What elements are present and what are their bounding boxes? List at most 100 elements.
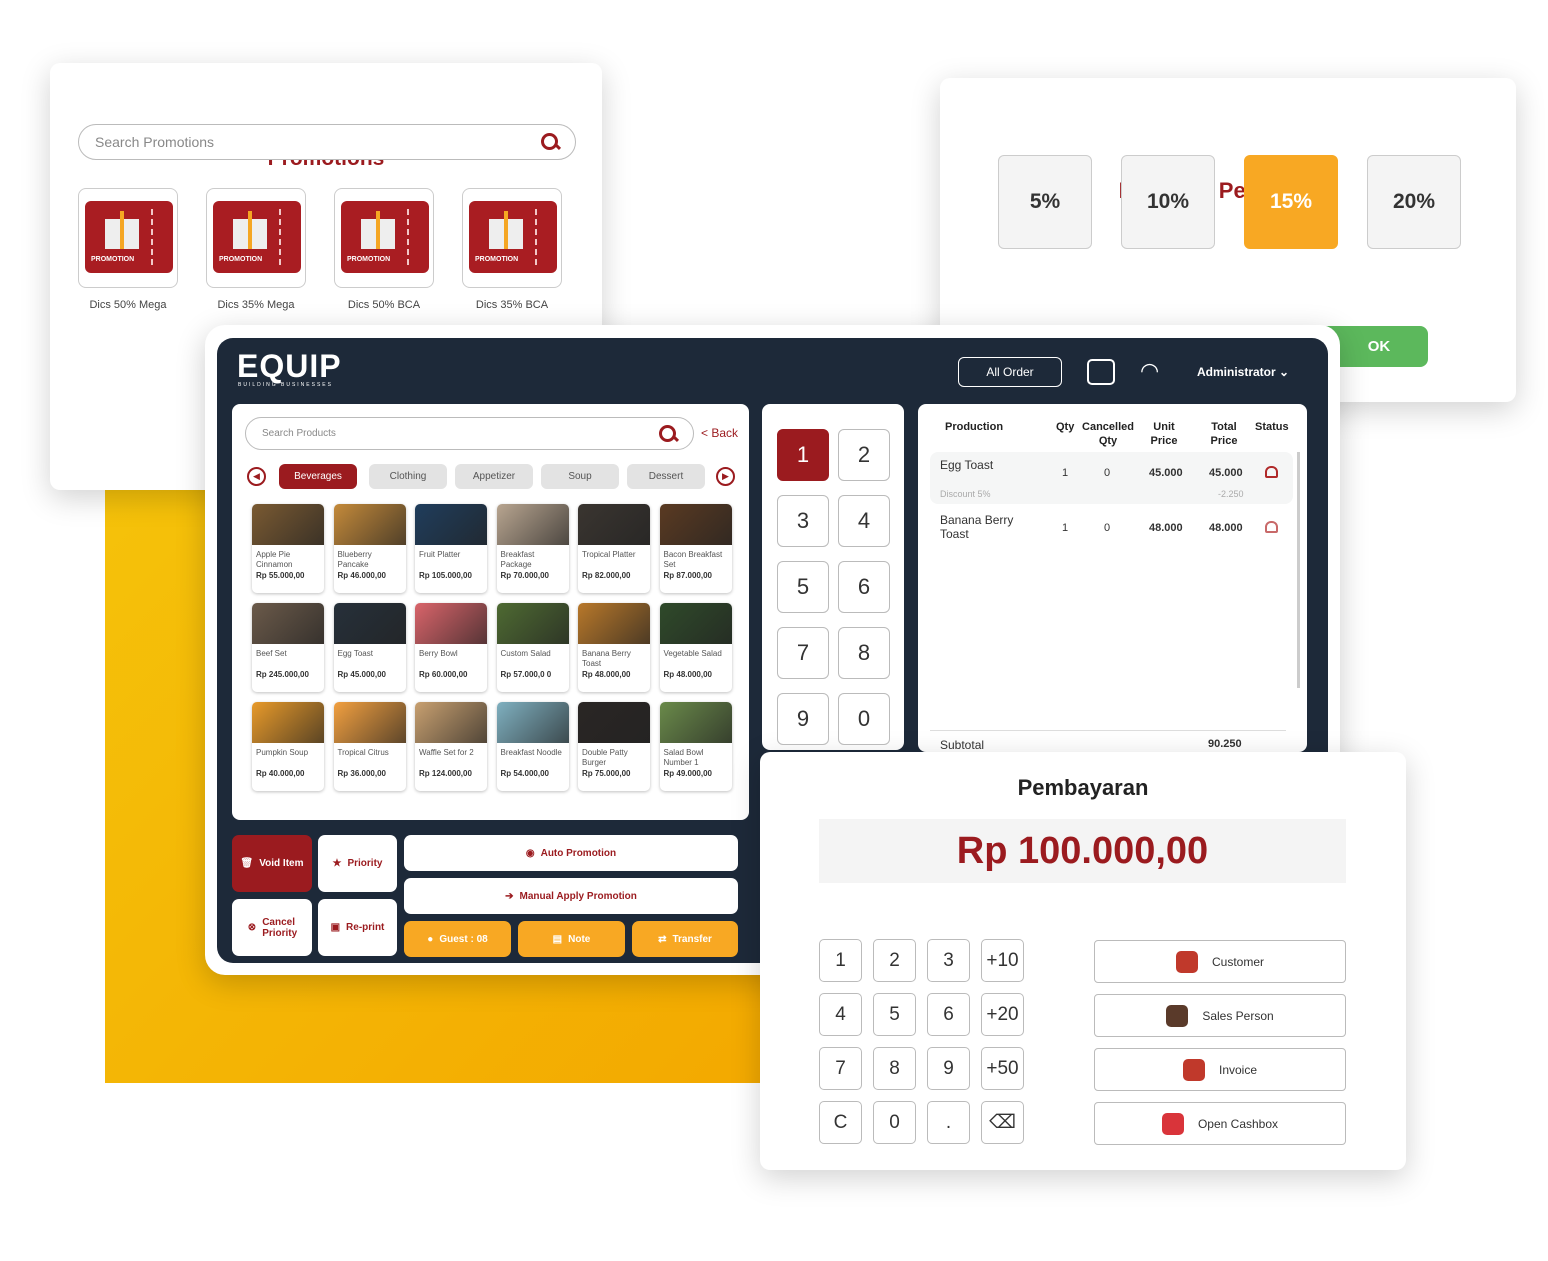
product-name: Waffle Set for 2 xyxy=(419,748,474,757)
numpad-key[interactable]: 9 xyxy=(777,693,829,745)
scrollbar[interactable] xyxy=(1297,452,1300,688)
discount-option-10[interactable]: 10% xyxy=(1121,155,1215,249)
wifi-icon[interactable]: ◠ xyxy=(1140,358,1159,384)
product-card[interactable]: Vegetable Salad Rp 48.000,00 xyxy=(659,603,732,692)
product-card[interactable]: Apple Pie Cinnamon Rp 55.000,00 xyxy=(252,504,324,593)
note-button[interactable]: ▤ Note xyxy=(518,921,625,957)
product-card[interactable]: Custom Salad Rp 57.000,0 0 xyxy=(496,603,569,692)
product-card[interactable]: Beef Set Rp 245.000,00 xyxy=(252,603,324,692)
void-item-button[interactable]: 🗑 Void Item xyxy=(232,835,312,892)
customer-button[interactable]: Customer xyxy=(1094,940,1346,983)
product-price: Rp 87.000,00 xyxy=(663,571,712,580)
product-card[interactable]: Tropical Citrus Rp 36.000,00 xyxy=(333,702,406,791)
product-name: Banana Berry Toast xyxy=(582,649,631,668)
open-cashbox-button[interactable]: Open Cashbox xyxy=(1094,1102,1346,1145)
payment-key[interactable]: 9 xyxy=(927,1047,970,1090)
product-card[interactable]: Tropical Platter Rp 82.000,00 xyxy=(578,504,650,593)
product-card[interactable]: Fruit Platter Rp 105.000,00 xyxy=(415,504,487,593)
payment-key[interactable]: 0 xyxy=(873,1101,916,1144)
product-card[interactable]: Double Patty Burger Rp 75.000,00 xyxy=(578,702,650,791)
product-card[interactable]: Berry Bowl Rp 60.000,00 xyxy=(415,603,487,692)
backspace-key[interactable]: ⌫ xyxy=(981,1101,1024,1144)
promotion-tile[interactable]: PROMOTION xyxy=(206,188,306,288)
discount-option-5[interactable]: 5% xyxy=(998,155,1092,249)
promotion-tile[interactable]: PROMOTION xyxy=(78,188,178,288)
tab-category[interactable]: Beverages xyxy=(279,464,357,489)
user-menu[interactable]: Administrator ⌄ xyxy=(1197,365,1289,379)
row-name: Egg Toast xyxy=(940,458,994,472)
col-status: Status xyxy=(1255,421,1289,433)
tab-category[interactable]: Clothing xyxy=(369,464,447,489)
all-order-button[interactable]: All Order xyxy=(958,357,1062,387)
manual-promotion-button[interactable]: ➔ Manual Apply Promotion xyxy=(404,878,738,914)
cancel-priority-button[interactable]: ⊗ Cancel Priority xyxy=(232,899,312,956)
payment-key[interactable]: 8 xyxy=(873,1047,916,1090)
numpad-key[interactable]: 8 xyxy=(838,627,890,679)
product-card[interactable]: Pumpkin Soup Rp 40.000,00 xyxy=(252,702,324,791)
prev-category-icon[interactable]: ◀ xyxy=(247,467,266,486)
transfer-button[interactable]: ⇄ Transfer xyxy=(632,921,738,957)
numpad-key[interactable]: 3 xyxy=(777,495,829,547)
product-name: Beef Set xyxy=(256,649,287,658)
row-cancelled: 0 xyxy=(1104,522,1111,534)
payment-key[interactable]: 6 xyxy=(927,993,970,1036)
cancel-icon: ⊗ xyxy=(247,922,257,933)
back-link[interactable]: < Back xyxy=(701,426,738,440)
tab-category[interactable]: Soup xyxy=(541,464,619,489)
payment-key[interactable]: +10 xyxy=(981,939,1024,982)
numpad-key[interactable]: 2 xyxy=(838,429,890,481)
product-name: Fruit Platter xyxy=(419,550,461,559)
discount-option-15[interactable]: 15% xyxy=(1244,155,1338,249)
product-price: Rp 82.000,00 xyxy=(582,571,631,580)
payment-key[interactable]: 1 xyxy=(819,939,862,982)
product-card[interactable]: Egg Toast Rp 45.000,00 xyxy=(333,603,406,692)
payment-key[interactable]: 3 xyxy=(927,939,970,982)
next-category-icon[interactable]: ▶ xyxy=(716,467,735,486)
label: Priority xyxy=(347,858,383,869)
priority-button[interactable]: ★ Priority xyxy=(318,835,397,892)
product-card[interactable]: Breakfast Package Rp 70.000,00 xyxy=(496,504,569,593)
payment-key[interactable]: 4 xyxy=(819,993,862,1036)
reprint-button[interactable]: ▣ Re-print xyxy=(318,899,397,956)
search-promotions-input[interactable]: Search Promotions xyxy=(78,124,576,160)
promotion-tile[interactable]: PROMOTION xyxy=(462,188,562,288)
promotion-tile[interactable]: PROMOTION xyxy=(334,188,434,288)
invoice-button[interactable]: Invoice xyxy=(1094,1048,1346,1091)
numpad-key[interactable]: 7 xyxy=(777,627,829,679)
search-icon[interactable] xyxy=(541,133,559,151)
tab-category[interactable]: Dessert xyxy=(627,464,705,489)
numpad-key[interactable]: 4 xyxy=(838,495,890,547)
search-icon[interactable] xyxy=(659,424,677,443)
product-card[interactable]: Breakfast Noodle Rp 54.000,00 xyxy=(496,702,569,791)
product-card[interactable]: Banana Berry Toast Rp 48.000,00 xyxy=(578,603,650,692)
tab-category[interactable]: Appetizer xyxy=(455,464,533,489)
product-card[interactable]: Blueberry Pancake Rp 46.000,00 xyxy=(333,504,406,593)
payment-key[interactable]: 7 xyxy=(819,1047,862,1090)
product-card[interactable]: Salad Bowl Number 1 Rp 49.000,00 xyxy=(659,702,732,791)
guest-button[interactable]: ● Guest : 08 xyxy=(404,921,511,957)
search-products-input[interactable]: Search Products xyxy=(245,417,694,450)
numpad-key[interactable]: 1 xyxy=(777,429,829,481)
promotion-label: Dics 50% BCA xyxy=(347,299,421,311)
product-card[interactable]: Bacon Breakfast Set Rp 87.000,00 xyxy=(659,504,732,593)
payment-key[interactable]: +20 xyxy=(981,993,1024,1036)
promotion-label: Dics 35% BCA xyxy=(475,299,549,311)
product-price: Rp 40.000,00 xyxy=(256,769,305,778)
ticket-stub xyxy=(151,209,153,265)
payment-key[interactable]: . xyxy=(927,1101,970,1144)
auto-promotion-button[interactable]: ◉ Auto Promotion xyxy=(404,835,738,871)
sales-person-button[interactable]: Sales Person xyxy=(1094,994,1346,1037)
label: Customer xyxy=(1211,954,1264,969)
payment-key[interactable]: 2 xyxy=(873,939,916,982)
label: Cancel Priority xyxy=(262,916,298,939)
payment-key[interactable]: 5 xyxy=(873,993,916,1036)
payment-key[interactable]: C xyxy=(819,1101,862,1144)
printer-icon[interactable] xyxy=(1087,359,1115,385)
discount-option-20[interactable]: 20% xyxy=(1367,155,1461,249)
payment-key[interactable]: +50 xyxy=(981,1047,1024,1090)
numpad-key[interactable]: 0 xyxy=(838,693,890,745)
row-name: Banana Berry Toast xyxy=(940,513,1014,541)
numpad-key[interactable]: 6 xyxy=(838,561,890,613)
product-card[interactable]: Waffle Set for 2 Rp 124.000,00 xyxy=(415,702,487,791)
numpad-key[interactable]: 5 xyxy=(777,561,829,613)
